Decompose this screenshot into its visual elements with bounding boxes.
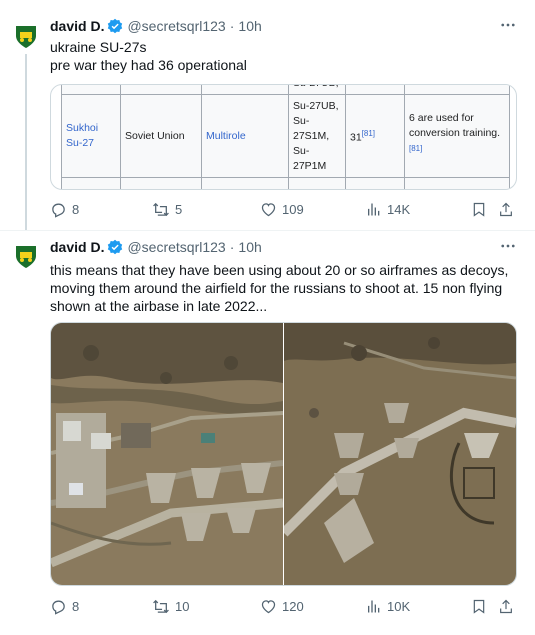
more-icon[interactable] — [499, 16, 517, 39]
repost-icon — [153, 599, 169, 613]
tweet-header: david D. @secretsqrl123 · 10h — [50, 18, 262, 34]
dot-separator: · — [229, 18, 235, 34]
repost-icon — [153, 202, 169, 216]
bookmark-icon — [473, 599, 485, 614]
tweet-1[interactable]: david D. @secretsqrl123 · 10h ukraine SU… — [0, 0, 535, 230]
author-avatar[interactable] — [12, 242, 40, 270]
author-name[interactable]: david D. — [50, 239, 104, 255]
like-count: 120 — [282, 598, 304, 614]
wiki-table: Su-27UB, Sukhoi Su-27 Soviet Union Multi… — [61, 85, 510, 189]
views-icon — [368, 600, 380, 612]
thread-line — [25, 54, 27, 230]
table-cell: 6 are used for conversion training. [81] — [404, 94, 510, 178]
reply-button[interactable]: 8 — [50, 199, 79, 219]
views-icon — [368, 203, 380, 215]
tweet-2[interactable]: david D. @secretsqrl123 · 10h this means… — [0, 231, 535, 635]
table-cell: Su-27UB, Su- 27S1M, Su- 27P1M — [288, 94, 346, 178]
like-button[interactable]: 120 — [260, 596, 304, 616]
view-count: 14K — [387, 201, 411, 217]
view-count: 10K — [387, 598, 411, 614]
heart-icon — [261, 202, 276, 216]
reply-icon — [52, 600, 65, 615]
tweet-time[interactable]: 10h — [238, 18, 261, 34]
table-cell: Su-27UB, — [288, 85, 346, 95]
table-cell-note: 6 are used for conversion training. — [409, 112, 501, 140]
table-row: Sukhoi Su-27 Soviet Union Multirole Su-2… — [61, 94, 510, 178]
author-name[interactable]: david D. — [50, 18, 104, 34]
bookmark-icon — [473, 202, 485, 217]
author-avatar[interactable] — [12, 22, 40, 50]
share-icon — [500, 202, 512, 216]
avatar-logo-icon — [16, 26, 36, 48]
share-button[interactable] — [498, 596, 514, 616]
repost-button[interactable]: 5 — [152, 199, 182, 219]
satellite-image-left[interactable] — [51, 323, 283, 585]
like-count: 109 — [282, 201, 304, 217]
media-gallery[interactable] — [50, 322, 517, 586]
share-button[interactable] — [498, 199, 514, 219]
reply-icon — [52, 203, 65, 218]
reference-link[interactable]: [81] — [362, 129, 375, 138]
bookmark-button[interactable] — [471, 199, 487, 219]
reply-count: 8 — [72, 201, 80, 217]
views-button[interactable]: 10K — [366, 596, 410, 616]
reference-link[interactable]: [81] — [409, 144, 422, 153]
dot-separator: · — [229, 239, 235, 255]
verified-badge-icon — [107, 18, 123, 34]
author-handle[interactable]: @secretsqrl123 — [127, 18, 225, 34]
tweet-actions: 8 5 109 14K — [50, 199, 520, 219]
table-cell: 31[81] — [345, 94, 405, 178]
bookmark-button[interactable] — [471, 596, 487, 616]
tweet-header: david D. @secretsqrl123 · 10h — [50, 239, 262, 255]
table-row: Su-27UB, — [61, 85, 510, 95]
table-cell-count: 31 — [350, 131, 362, 144]
repost-button[interactable]: 10 — [152, 596, 189, 616]
table-cell: Soviet Union — [120, 94, 202, 178]
table-link-aircraft[interactable]: Sukhoi Su-27 — [66, 122, 98, 149]
media-screenshot[interactable]: Su-27UB, Sukhoi Su-27 Soviet Union Multi… — [50, 84, 517, 190]
table-row — [61, 177, 510, 189]
repost-count: 10 — [175, 598, 190, 614]
reply-button[interactable]: 8 — [50, 596, 79, 616]
tweet-text: ukraine SU-27s pre war they had 36 opera… — [50, 39, 247, 73]
more-icon[interactable] — [499, 237, 517, 260]
heart-icon — [261, 599, 276, 613]
share-icon — [500, 599, 512, 613]
table-link-role[interactable]: Multirole — [206, 130, 246, 142]
tweet-time[interactable]: 10h — [238, 239, 261, 255]
repost-count: 5 — [175, 201, 183, 217]
like-button[interactable]: 109 — [260, 199, 304, 219]
tweet-actions: 8 10 120 10K — [50, 596, 520, 616]
author-handle[interactable]: @secretsqrl123 — [127, 239, 225, 255]
satellite-image-right[interactable] — [284, 323, 516, 585]
tweet-text: this means that they have been using abo… — [50, 262, 509, 314]
views-button[interactable]: 14K — [366, 199, 410, 219]
reply-count: 8 — [72, 598, 80, 614]
verified-badge-icon — [107, 239, 123, 255]
avatar-logo-icon — [16, 246, 36, 268]
